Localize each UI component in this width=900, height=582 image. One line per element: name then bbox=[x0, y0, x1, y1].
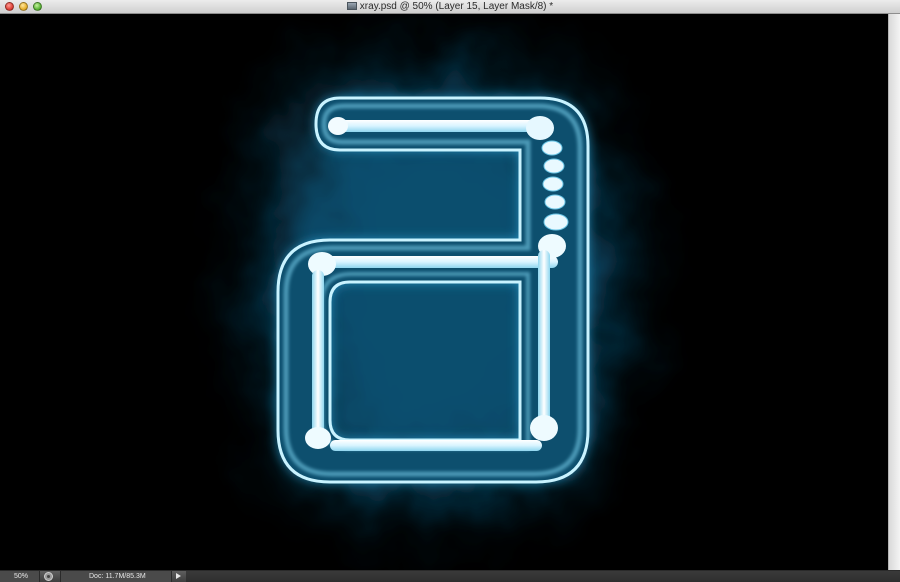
zoom-level-field[interactable]: 50% bbox=[0, 571, 40, 582]
window-title-container: xray.psd @ 50% (Layer 15, Layer Mask/8) … bbox=[0, 0, 900, 13]
vertical-scrollbar[interactable] bbox=[888, 14, 900, 570]
status-bar: 50% Doc: 11.7M/85.3M bbox=[0, 570, 900, 582]
photoshop-document-window: xray.psd @ 50% (Layer 15, Layer Mask/8) … bbox=[0, 0, 900, 582]
status-menu-arrow-icon[interactable] bbox=[176, 573, 181, 579]
document-icon bbox=[346, 2, 357, 10]
preview-icon[interactable] bbox=[44, 572, 53, 581]
document-size-info: Doc: 11.7M/85.3M bbox=[60, 571, 172, 582]
window-title: xray.psd @ 50% (Layer 15, Layer Mask/8) … bbox=[359, 1, 554, 12]
document-canvas[interactable] bbox=[0, 14, 888, 570]
horizontal-scrollbar[interactable] bbox=[186, 571, 900, 582]
xray-letter-artwork bbox=[270, 80, 610, 500]
title-bar[interactable]: xray.psd @ 50% (Layer 15, Layer Mask/8) … bbox=[0, 0, 900, 14]
